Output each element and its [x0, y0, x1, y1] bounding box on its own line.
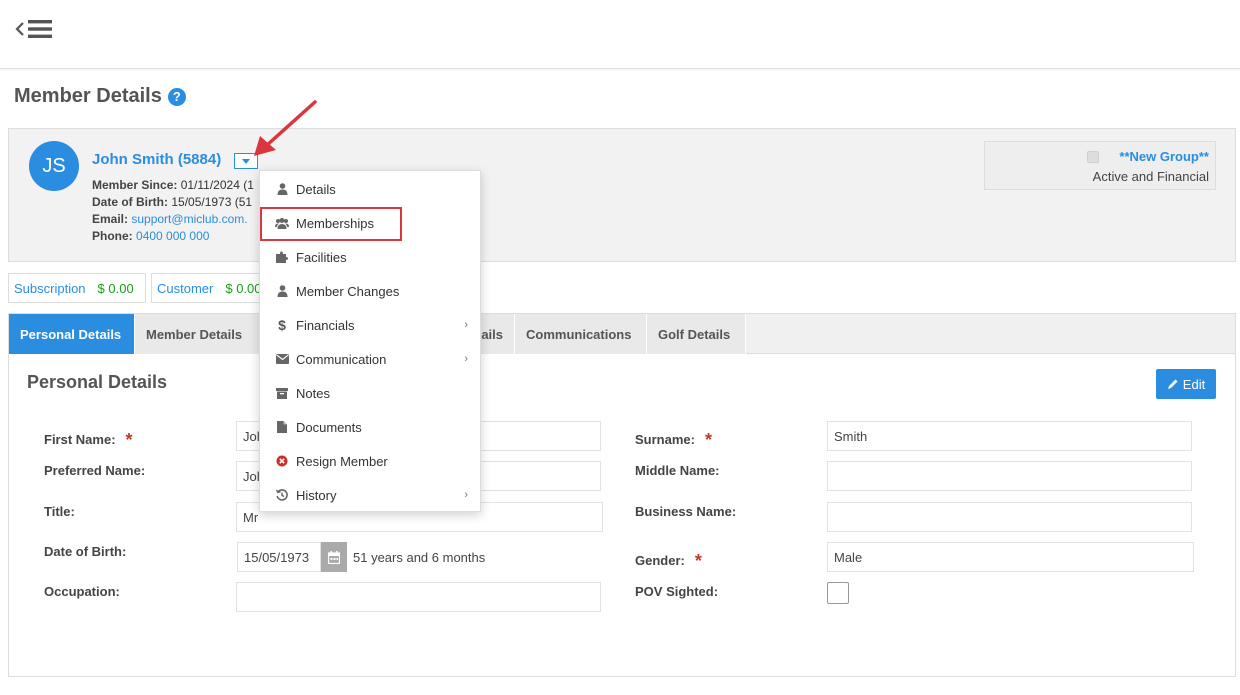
- avatar: JS: [29, 141, 79, 191]
- group-status: Active and Financial: [1092, 169, 1209, 184]
- email-link[interactable]: support@miclub.com.: [131, 212, 247, 226]
- page-title-text: Member Details: [14, 85, 162, 107]
- menu-item-label: Details: [296, 181, 336, 197]
- envelope-icon: [274, 352, 290, 366]
- business-name-label: Business Name:: [635, 504, 737, 519]
- member-info: Member Since: 01/11/2024 (1 Date of Birt…: [92, 177, 272, 245]
- calendar-button[interactable]: [321, 542, 347, 572]
- middle-name-field[interactable]: [827, 461, 1192, 491]
- chevron-right-icon: ›: [464, 489, 468, 501]
- menu-item-label: Facilities: [296, 249, 347, 265]
- email-label: Email:: [92, 212, 129, 226]
- menu-item-communication[interactable]: Communication ›: [260, 342, 480, 376]
- menu-item-facilities[interactable]: Facilities: [260, 240, 480, 274]
- member-actions-menu: Details Memberships Facilities Member Ch…: [259, 170, 481, 512]
- tab-communications[interactable]: Communications: [515, 314, 647, 354]
- first-name-label: First Name: *: [44, 430, 133, 450]
- customer-label[interactable]: Customer: [152, 281, 219, 296]
- section-title: Personal Details: [27, 372, 168, 392]
- subscription-label[interactable]: Subscription: [9, 281, 92, 296]
- calendar-icon: [328, 550, 340, 564]
- menu-item-resign-member[interactable]: Resign Member: [260, 444, 480, 478]
- required-mark: *: [125, 430, 133, 450]
- group-name-link[interactable]: **New Group**: [1119, 149, 1209, 164]
- menu-item-label: Member Changes: [296, 283, 400, 299]
- age-text: 51 years and 6 months: [353, 550, 486, 565]
- top-bar: [0, 0, 1240, 69]
- edit-button[interactable]: Edit: [1156, 369, 1216, 399]
- since-value: 01/11/2024 (1: [180, 178, 254, 192]
- menu-item-history[interactable]: History ›: [260, 478, 480, 512]
- title-label: Title:: [44, 504, 75, 519]
- menu-item-label: Resign Member: [296, 453, 388, 469]
- question-circle-icon[interactable]: ?: [167, 87, 186, 106]
- archive-icon: [274, 386, 290, 400]
- times-circle-icon: [274, 454, 290, 468]
- menu-item-financials[interactable]: $ Financials ›: [260, 308, 480, 342]
- chevron-right-icon: ›: [464, 353, 468, 365]
- user-icon: [274, 182, 290, 196]
- member-name-link[interactable]: John Smith (5884): [92, 151, 221, 168]
- menu-item-details[interactable]: Details: [260, 172, 480, 206]
- menu-item-notes[interactable]: Notes: [260, 376, 480, 410]
- member-summary-panel: JS John Smith (5884) Member Since: 01/11…: [8, 128, 1236, 262]
- menu-item-label: Communication: [296, 351, 387, 367]
- menu-item-label: History: [296, 487, 337, 503]
- history-icon: [274, 488, 290, 502]
- pov-checkbox[interactable]: [827, 582, 849, 604]
- puzzle-icon: [274, 250, 290, 264]
- page-title: Member Details ?: [14, 85, 186, 108]
- gender-label: Gender: *: [635, 551, 702, 571]
- menu-item-memberships[interactable]: Memberships: [260, 206, 480, 240]
- required-mark: *: [704, 430, 712, 450]
- users-icon: [274, 216, 290, 230]
- subscription-amount: $ 0.00: [97, 280, 134, 296]
- since-label: Member Since:: [92, 178, 178, 192]
- middle-name-label: Middle Name:: [635, 463, 720, 478]
- menu-item-label: Financials: [296, 317, 355, 333]
- required-mark: *: [694, 551, 702, 571]
- chevron-right-icon: ›: [464, 319, 468, 331]
- pov-label: POV Sighted:: [635, 584, 719, 599]
- tab-member-details[interactable]: Member Details: [135, 314, 260, 354]
- dollar-icon: $: [278, 317, 286, 333]
- occupation-label: Occupation:: [44, 584, 120, 599]
- menu-item-member-changes[interactable]: Member Changes: [260, 274, 480, 308]
- menu-item-label: Documents: [296, 419, 362, 435]
- menu-item-documents[interactable]: Documents: [260, 410, 480, 444]
- dob-field[interactable]: [237, 542, 321, 572]
- menu-item-label: Memberships: [296, 215, 375, 231]
- user-icon: [274, 284, 290, 298]
- preferred-name-label: Preferred Name:: [44, 463, 146, 478]
- phone-label: Phone:: [92, 229, 133, 243]
- phone-link[interactable]: 0400 000 000: [136, 229, 209, 243]
- pencil-icon: [1167, 379, 1178, 389]
- business-name-field[interactable]: [827, 502, 1192, 532]
- tab-golf-details[interactable]: Golf Details: [647, 314, 746, 354]
- subscription-balance[interactable]: Subscription $ 0.00: [8, 273, 146, 303]
- edit-label: Edit: [1182, 376, 1206, 392]
- group-checkbox[interactable]: [1087, 151, 1099, 163]
- surname-label: Surname: *: [635, 430, 712, 450]
- tab-bar: Personal Details Member Details ails Com…: [8, 313, 1236, 354]
- caret-down-icon: [242, 158, 250, 164]
- menu-item-label: Notes: [296, 385, 330, 401]
- dob-value: 15/05/1973 (51: [171, 195, 253, 209]
- surname-field[interactable]: [827, 421, 1192, 451]
- group-box: **New Group** Active and Financial: [984, 141, 1216, 190]
- member-actions-toggle[interactable]: [234, 153, 258, 169]
- tab-personal-details[interactable]: Personal Details: [9, 314, 135, 354]
- back-hamburger-icon[interactable]: [15, 17, 53, 41]
- dob-label: Date of Birth:: [92, 195, 168, 209]
- file-icon: [274, 420, 290, 434]
- dob-field-label: Date of Birth:: [44, 544, 127, 559]
- gender-select[interactable]: [827, 542, 1194, 572]
- occupation-field[interactable]: [236, 582, 601, 612]
